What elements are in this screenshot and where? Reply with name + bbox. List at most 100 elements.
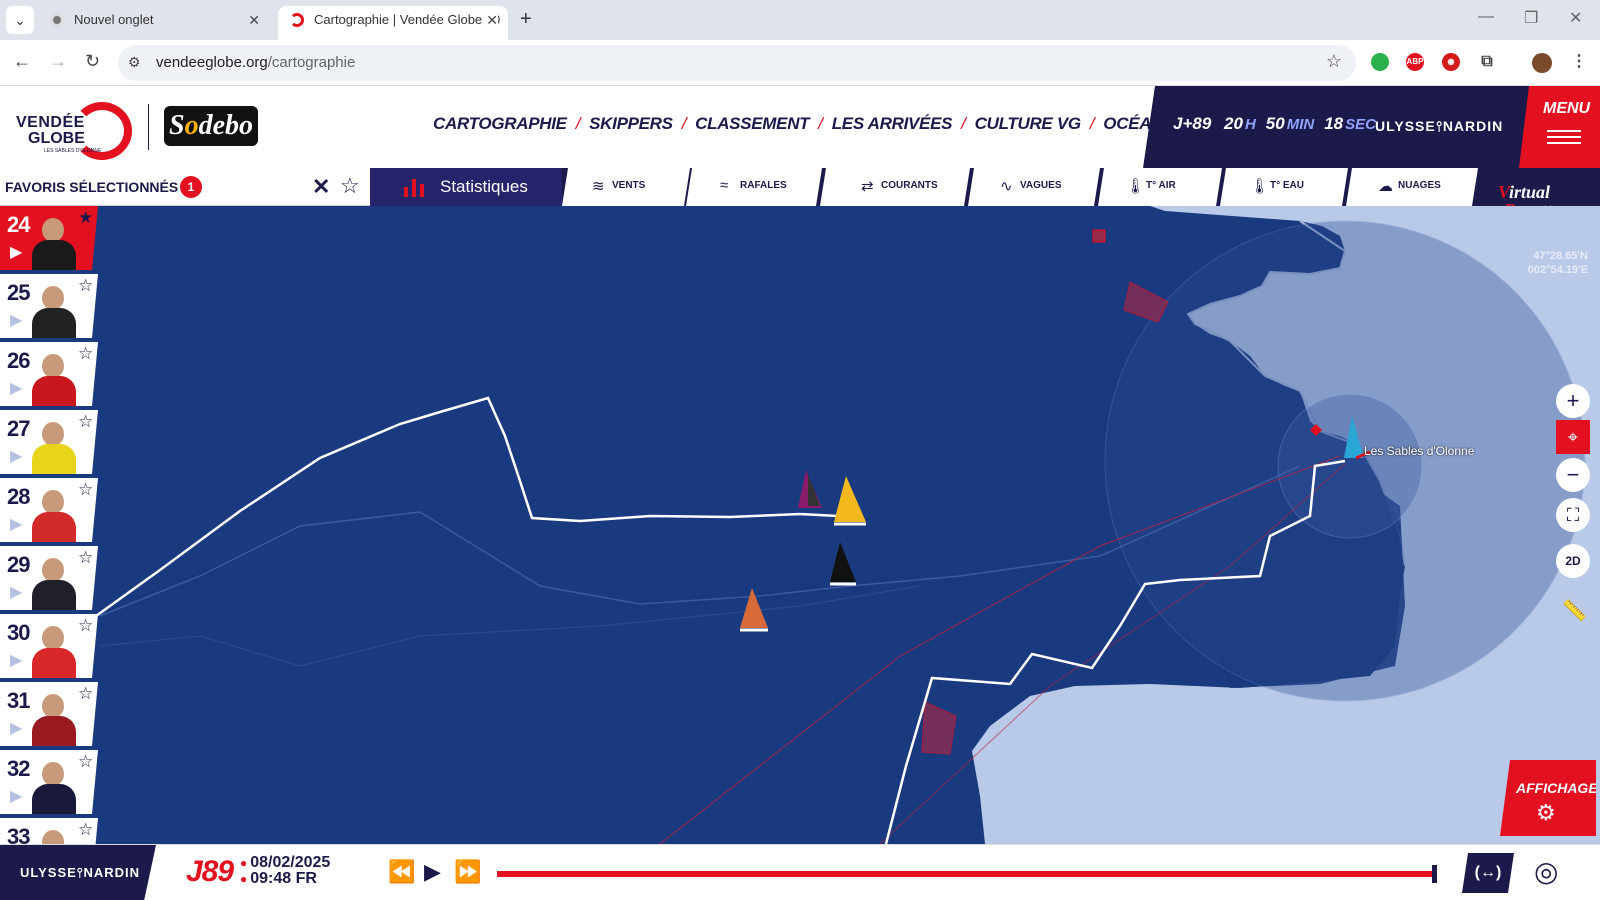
tab-bar: ⌄ Nouvel onglet ✕ Cartographie | Vendée … xyxy=(0,0,1600,40)
adblock-icon[interactable]: ABP xyxy=(1406,53,1424,71)
minimize-icon[interactable]: — xyxy=(1478,8,1494,26)
play-track-icon[interactable]: ▶ xyxy=(10,310,22,330)
favorite-star-icon[interactable]: ☆ xyxy=(78,820,93,840)
play-button[interactable]: ▶ xyxy=(424,859,441,885)
skipper-photo xyxy=(32,758,76,814)
nav-separator: / xyxy=(818,114,823,133)
layer-button-1[interactable]: ≈ RAFALES xyxy=(686,168,822,206)
zoom-in-button[interactable]: + xyxy=(1556,384,1590,418)
favorite-star-icon[interactable]: ☆ xyxy=(78,480,93,500)
address-bar: ← → ↻ ⚙ vendeeglobe.org/cartographie ☆ A… xyxy=(0,40,1600,86)
favorites-star-icon[interactable]: ☆ xyxy=(340,173,360,199)
skipper-card[interactable]: 27 ▶ ☆ xyxy=(0,410,98,474)
nav-item-3[interactable]: LES ARRIVÉES xyxy=(832,114,953,134)
play-track-icon[interactable]: ▶ xyxy=(10,582,22,602)
skipper-photo xyxy=(32,690,76,746)
layer-button-6[interactable]: ☁ NUAGES xyxy=(1346,168,1478,206)
layer-button-4[interactable]: 🌡 T° AIR xyxy=(1098,168,1222,206)
extensions-puzzle-icon[interactable]: ⧉ xyxy=(1478,53,1496,71)
nav-item-2[interactable]: CLASSEMENT xyxy=(695,114,809,134)
exclusion-zone-2 xyxy=(1092,229,1106,243)
gyroscope-icon[interactable]: ◎ xyxy=(1534,855,1558,888)
skipper-card[interactable]: 28 ▶ ☆ xyxy=(0,478,98,542)
layer-button-3[interactable]: ∿ VAGUES xyxy=(968,168,1100,206)
extension-red-icon[interactable]: ◉ xyxy=(1442,53,1460,71)
skipper-card[interactable]: 24 ▶ ★ xyxy=(0,206,98,270)
play-track-icon[interactable]: ▶ xyxy=(10,242,22,262)
timeline-slider[interactable] xyxy=(497,865,1437,883)
play-track-icon[interactable]: ▶ xyxy=(10,378,22,398)
url-text: vendeeglobe.org/cartographie xyxy=(156,54,356,71)
play-track-icon[interactable]: ▶ xyxy=(10,786,22,806)
close-window-icon[interactable]: ✕ xyxy=(1569,8,1582,28)
site-info-icon[interactable]: ⚙ xyxy=(128,54,141,71)
statistics-button[interactable]: Statistiques xyxy=(370,168,562,206)
back-icon[interactable]: ← xyxy=(13,51,31,72)
clear-favorites-icon[interactable]: ✕ xyxy=(312,174,330,200)
reload-icon[interactable]: ↻ xyxy=(85,51,100,72)
play-track-icon[interactable]: ▶ xyxy=(10,446,22,466)
rewind-button[interactable]: ⏪ xyxy=(388,859,415,885)
url-input[interactable]: ⚙ vendeeglobe.org/cartographie ☆ xyxy=(118,45,1356,81)
close-tab-icon[interactable]: ✕ xyxy=(248,6,260,34)
skipper-card[interactable]: 31 ▶ ☆ xyxy=(0,682,98,746)
favorite-star-icon[interactable]: ★ xyxy=(78,208,93,228)
skipper-card[interactable]: 29 ▶ ☆ xyxy=(0,546,98,610)
race-map[interactable]: 47°28.65'N 002°54.19'E Les Sables d'Olon… xyxy=(0,206,1600,844)
restore-icon[interactable]: ❐ xyxy=(1524,8,1538,28)
new-tab-button[interactable]: + xyxy=(520,8,532,31)
skipper-card[interactable]: 30 ▶ ☆ xyxy=(0,614,98,678)
browser-menu-icon[interactable]: ⋮ xyxy=(1570,53,1588,71)
zoom-out-button[interactable]: − xyxy=(1556,458,1590,492)
layer-label: VAGUES xyxy=(1020,180,1062,191)
skipper-card[interactable]: 32 ▶ ☆ xyxy=(0,750,98,814)
view-2d-button[interactable]: 2D xyxy=(1556,544,1590,578)
cloud-icon: ☁ xyxy=(1378,178,1393,195)
favorite-star-icon[interactable]: ☆ xyxy=(78,548,93,568)
fullscreen-button[interactable]: ⛶ xyxy=(1556,498,1590,532)
timeline-bar: ULYSSE⫯NARDIN J89 ● 08/02/2025 ● 09:48 FR … xyxy=(0,844,1600,900)
skipper-card[interactable]: 33▶☆ xyxy=(0,818,98,844)
favorite-star-icon[interactable]: ☆ xyxy=(78,412,93,432)
map-canvas[interactable] xyxy=(0,206,1600,844)
favorite-star-icon[interactable]: ☆ xyxy=(78,752,93,772)
nav-item-0[interactable]: CARTOGRAPHIE xyxy=(433,114,567,134)
city-label: Les Sables d'Olonne xyxy=(1364,444,1475,458)
layer-label: RAFALES xyxy=(740,180,787,191)
timeline-handle[interactable] xyxy=(1432,865,1437,883)
expand-timeline-button[interactable]: (↔) xyxy=(1462,853,1514,893)
menu-button[interactable]: MENU xyxy=(1519,86,1600,168)
extension-green-icon[interactable] xyxy=(1371,53,1389,71)
current-icon: ⇄ xyxy=(861,178,874,195)
boat-black xyxy=(830,542,856,582)
tab-search-button[interactable]: ⌄ xyxy=(6,6,34,34)
tab-cartographie[interactable]: Cartographie | Vendée Globe 20 ✕ xyxy=(278,6,508,40)
forward-icon[interactable]: → xyxy=(49,51,67,72)
main-nav: CARTOGRAPHIE / SKIPPERS / CLASSEMENT / LES ARR… xyxy=(433,114,1273,142)
nav-item-4[interactable]: CULTURE VG xyxy=(975,114,1082,134)
vendee-globe-logo[interactable]: VENDÉE GLOBE LES SABLES D'OLONNE xyxy=(14,100,132,160)
play-track-icon[interactable]: ▶ xyxy=(10,718,22,738)
fast-forward-button[interactable]: ⏩ xyxy=(454,859,481,885)
favorite-star-icon[interactable]: ☆ xyxy=(78,616,93,636)
profile-avatar[interactable] xyxy=(1532,53,1552,73)
layer-button-5[interactable]: 🌡 T° EAU xyxy=(1220,168,1348,206)
recenter-button[interactable]: ⌖ xyxy=(1556,420,1590,454)
play-track-icon[interactable]: ▶ xyxy=(10,514,22,534)
favorite-star-icon[interactable]: ☆ xyxy=(78,344,93,364)
close-tab-icon[interactable]: ✕ xyxy=(482,6,498,34)
tab-new-tab[interactable]: Nouvel onglet ✕ xyxy=(38,6,270,40)
play-track-icon[interactable]: ▶ xyxy=(10,650,22,670)
favorite-star-icon[interactable]: ☆ xyxy=(78,276,93,296)
layer-button-2[interactable]: ⇄ COURANTS xyxy=(820,168,970,206)
layer-button-0[interactable]: ≋ VENTS xyxy=(562,168,690,206)
nav-item-1[interactable]: SKIPPERS xyxy=(589,114,673,134)
ulysse-nardin-logo: ULYSSE⫯NARDIN xyxy=(1375,118,1504,134)
bookmark-star-icon[interactable]: ☆ xyxy=(1326,51,1342,72)
skipper-card[interactable]: 25 ▶ ☆ xyxy=(0,274,98,338)
ruler-icon[interactable]: 📏 xyxy=(1562,598,1587,623)
favorite-star-icon[interactable]: ☆ xyxy=(78,684,93,704)
display-settings-button[interactable]: AFFICHAGE ⚙ xyxy=(1500,760,1596,836)
sodebo-logo[interactable]: Sodebo xyxy=(164,106,258,146)
skipper-card[interactable]: 26 ▶ ☆ xyxy=(0,342,98,406)
